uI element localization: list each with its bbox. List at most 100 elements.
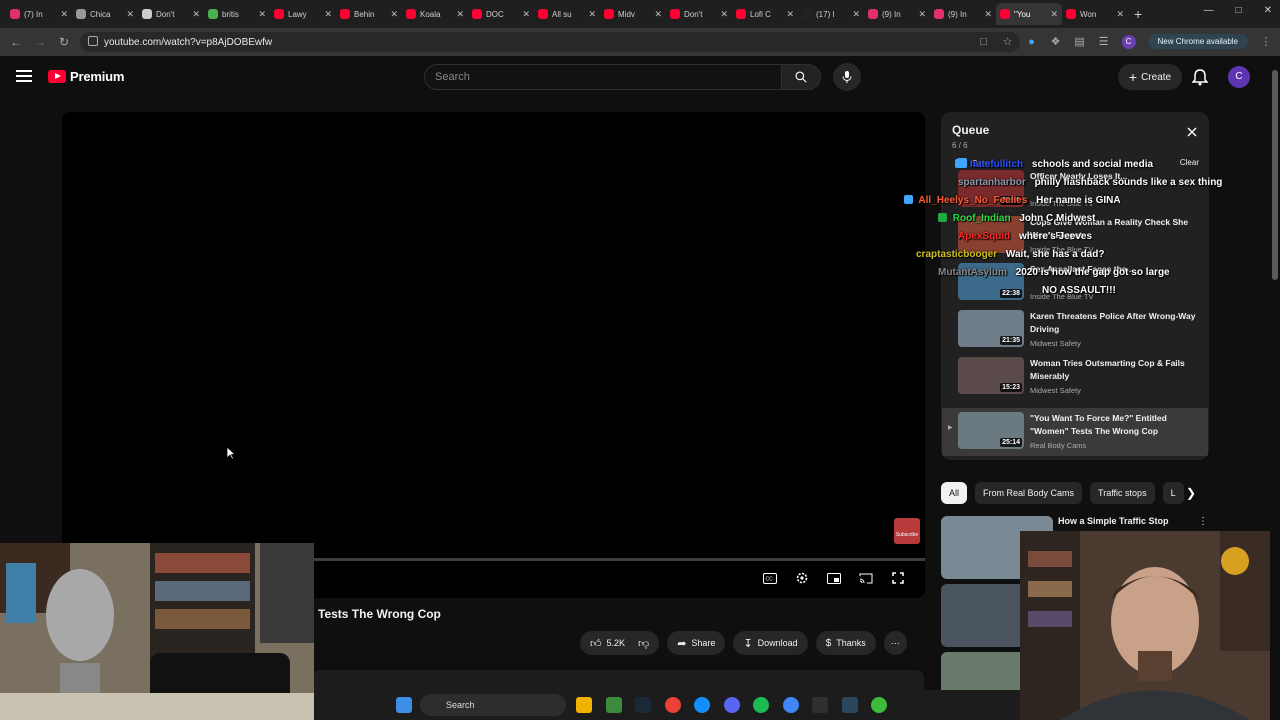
recommendation-title[interactable]: How a Simple Traffic Stop [1058, 516, 1169, 526]
browser-tab[interactable]: Koala ✕ [402, 3, 468, 25]
search-input[interactable]: Search [424, 64, 782, 90]
miniplayer-icon[interactable] [825, 570, 843, 586]
create-button[interactable]: + Create [1118, 64, 1182, 90]
dislike-icon[interactable]: 👎︎ [638, 637, 649, 650]
new-chrome-available-button[interactable]: New Chrome available [1147, 34, 1248, 49]
subtitles-icon[interactable]: CC [761, 570, 779, 586]
battlenet-icon[interactable] [694, 697, 710, 713]
chrome-active-icon[interactable] [782, 697, 799, 713]
bookmark-star-icon[interactable]: ☆ [1002, 36, 1014, 48]
more-actions-button[interactable]: ⋯ [883, 631, 907, 655]
close-queue-icon[interactable] [1187, 127, 1197, 137]
video-player[interactable]: CC [62, 112, 925, 598]
obs-icon[interactable] [812, 697, 828, 713]
like-button[interactable]: 👍︎ 5.2K 👎︎ [580, 631, 660, 655]
chips-next-arrow-icon[interactable]: ❯ [1186, 486, 1196, 500]
tab-close-icon[interactable]: ✕ [984, 9, 992, 20]
spotify-icon[interactable] [753, 697, 769, 713]
chrome-profile-avatar[interactable]: C [1121, 34, 1136, 49]
filter-chip[interactable]: Traffic stops [1090, 482, 1155, 504]
guide-menu-icon[interactable] [16, 70, 32, 85]
queue-item[interactable]: 15:23 Woman Tries Outsmarting Cop & Fail… [958, 357, 1206, 403]
tab-close-icon[interactable]: ✕ [1116, 9, 1124, 20]
browser-tab[interactable]: Midv ✕ [600, 3, 666, 25]
tab-close-icon[interactable]: ✕ [126, 9, 134, 20]
thanks-button[interactable]: $ Thanks [815, 631, 876, 655]
scrollbar-thumb[interactable] [1272, 70, 1278, 280]
minimize-icon[interactable]: — [1204, 5, 1214, 16]
back-icon[interactable]: ← [4, 35, 28, 49]
tab-close-icon[interactable]: ✕ [60, 9, 68, 20]
browser-tab[interactable]: (9) In ✕ [864, 3, 930, 25]
install-icon[interactable]: □ [978, 36, 990, 48]
clear-queue-button[interactable]: Clear [1180, 158, 1199, 167]
browser-tab[interactable]: Won ✕ [1062, 3, 1128, 25]
search-button[interactable] [781, 64, 821, 90]
maximize-icon[interactable]: □ [1236, 5, 1242, 16]
site-info-icon[interactable] [88, 36, 98, 46]
subscribe-watermark[interactable]: Subscribe [894, 518, 920, 544]
notifications-bell-icon[interactable] [1191, 68, 1209, 86]
voice-search-button[interactable] [833, 63, 861, 91]
browser-tab[interactable]: "You ✕ [996, 3, 1062, 25]
settings-gear-icon[interactable] [793, 570, 811, 586]
account-avatar[interactable]: C [1228, 66, 1250, 88]
cast-icon[interactable] [857, 570, 875, 586]
close-window-icon[interactable]: ✕ [1264, 5, 1272, 16]
tab-close-icon[interactable]: ✕ [324, 9, 332, 20]
url-field[interactable]: youtube.com/watch?v=p8AjDOBEwfw [80, 32, 1020, 52]
browser-tab[interactable]: Lofi C ✕ [732, 3, 798, 25]
browser-tab[interactable]: (17) I ✕ [798, 3, 864, 25]
fullscreen-icon[interactable] [889, 570, 907, 586]
description-box[interactable] [312, 670, 924, 690]
queue-item[interactable]: ▶ 25:14 "You Want To Force Me?" Entitled… [942, 408, 1208, 456]
reload-icon[interactable]: ↻ [52, 35, 76, 49]
youtube-premium-logo[interactable]: Premium [48, 69, 124, 84]
tab-close-icon[interactable]: ✕ [522, 9, 530, 20]
browser-tab[interactable]: (9) In ✕ [930, 3, 996, 25]
file-explorer-icon[interactable] [576, 697, 592, 713]
chrome-icon[interactable] [664, 697, 681, 713]
browser-tab[interactable]: britis ✕ [204, 3, 270, 25]
page-scrollbar[interactable] [1270, 60, 1280, 720]
windows-start-icon[interactable] [396, 697, 412, 713]
extensions-puzzle-icon[interactable]: ❖ [1050, 36, 1062, 48]
taskbar-search[interactable]: Search [420, 694, 566, 716]
chrome-menu-icon[interactable]: ⋮ [1260, 36, 1272, 48]
queue-item[interactable]: 21:35 Karen Threatens Police After Wrong… [958, 310, 1206, 356]
download-button[interactable]: ↧ Download [733, 631, 808, 655]
browser-tab[interactable]: Behin ✕ [336, 3, 402, 25]
tab-close-icon[interactable]: ✕ [192, 9, 200, 20]
steam-icon[interactable] [635, 697, 651, 713]
browser-tab[interactable]: (7) In ✕ [6, 3, 72, 25]
tab-close-icon[interactable]: ✕ [390, 9, 398, 20]
discord-icon[interactable] [723, 697, 740, 713]
steam2-icon[interactable] [841, 697, 858, 713]
browser-tab[interactable]: DOC ✕ [468, 3, 534, 25]
filter-chip[interactable]: L [1162, 482, 1184, 504]
browser-tab[interactable]: Lawy ✕ [270, 3, 336, 25]
sidepanel-icon[interactable]: ▤ [1074, 36, 1086, 48]
browser-tab[interactable]: Don't ✕ [666, 3, 732, 25]
browser-tab[interactable]: Chica ✕ [72, 3, 138, 25]
tab-close-icon[interactable]: ✕ [720, 9, 728, 20]
tab-close-icon[interactable]: ✕ [786, 9, 794, 20]
tab-close-icon[interactable]: ✕ [588, 9, 596, 20]
media-controls-icon[interactable]: ☰ [1098, 36, 1110, 48]
tab-close-icon[interactable]: ✕ [258, 9, 266, 20]
tab-close-icon[interactable]: ✕ [456, 9, 464, 20]
tab-close-icon[interactable]: ✕ [1050, 9, 1058, 20]
share-button[interactable]: ➦ Share [667, 631, 726, 655]
tab-close-icon[interactable]: ✕ [852, 9, 860, 20]
forward-icon[interactable]: → [28, 35, 52, 49]
xbox-icon[interactable] [871, 697, 887, 713]
minecraft-icon[interactable] [605, 697, 622, 713]
tab-close-icon[interactable]: ✕ [654, 9, 662, 20]
filter-chip[interactable]: From Real Body Cams [975, 482, 1083, 504]
recommendation-more-icon[interactable]: ⋮ [1198, 516, 1208, 527]
extension-blue-icon[interactable]: ● [1026, 36, 1038, 48]
tab-close-icon[interactable]: ✕ [918, 9, 926, 20]
filter-chip[interactable]: All [941, 482, 968, 504]
browser-tab[interactable]: Don't ✕ [138, 3, 204, 25]
new-tab-icon[interactable]: + [1134, 6, 1142, 22]
